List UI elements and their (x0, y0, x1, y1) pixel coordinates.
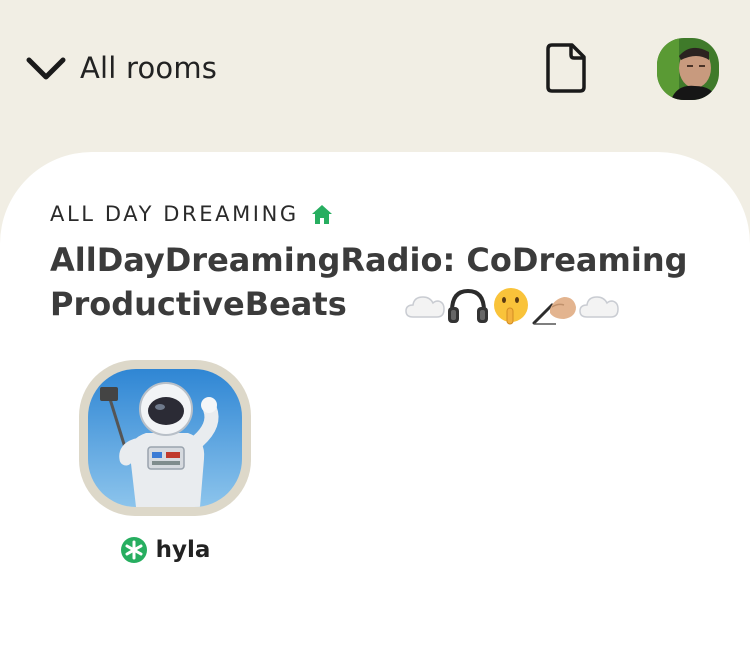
speaker-name: hyla (155, 537, 211, 563)
profile-avatar[interactable] (657, 38, 719, 100)
speaker-name-row: hyla (79, 536, 251, 564)
headphones-icon (447, 288, 488, 323)
club-name: ALL DAY DREAMING (50, 202, 299, 226)
astronaut-selfie-image (88, 369, 242, 507)
speaker-tile[interactable]: hyla (79, 360, 251, 564)
room-card: ALL DAY DREAMING AllDayDreamingRadio: Co… (0, 152, 750, 672)
speaker-avatar-frame (79, 360, 251, 516)
writing-hand-icon (532, 297, 576, 325)
top-bar: All rooms (0, 0, 750, 140)
club-tag[interactable]: ALL DAY DREAMING (50, 202, 333, 226)
new-member-icon (120, 537, 147, 563)
room-title-line-2: ProductiveBeats (50, 282, 710, 326)
all-rooms-button[interactable]: All rooms (24, 44, 217, 92)
cloud-icon (405, 296, 445, 318)
document-icon (546, 43, 586, 93)
room-title-line-2-text: ProductiveBeats (50, 285, 347, 323)
all-rooms-label: All rooms (80, 51, 218, 85)
document-button[interactable] (544, 41, 590, 95)
chevron-down-icon (26, 57, 66, 80)
shushing-face-icon (493, 288, 528, 325)
speaker-avatar (88, 369, 242, 507)
room-title-line-1: AllDayDreamingRadio: CoDreaming (50, 241, 688, 279)
title-emoji-group (404, 286, 620, 326)
room-title: AllDayDreamingRadio: CoDreaming Producti… (50, 238, 710, 326)
house-icon (311, 204, 332, 224)
avatar (657, 38, 719, 100)
cloud-icon (579, 296, 619, 318)
